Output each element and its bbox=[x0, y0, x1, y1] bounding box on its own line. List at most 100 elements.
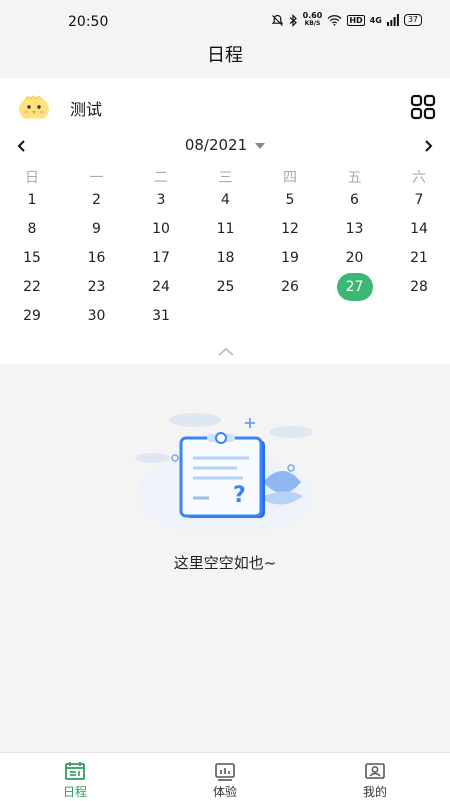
calendar-day-number: 20 bbox=[345, 250, 364, 266]
battery-icon: 37 bbox=[403, 14, 422, 26]
profile-icon bbox=[365, 763, 385, 779]
calendar-day[interactable]: 3 bbox=[141, 186, 181, 214]
calendar-day-number: 24 bbox=[152, 279, 170, 295]
svg-text:?: ? bbox=[233, 483, 246, 508]
calendar-day-number: 17 bbox=[152, 250, 170, 266]
bluetooth-icon bbox=[289, 13, 297, 27]
tab-profile[interactable]: 我的 bbox=[335, 761, 415, 800]
calendar-day-number: 2 bbox=[92, 192, 101, 208]
calendar-day[interactable]: 24 bbox=[141, 273, 181, 301]
month-label: 08/2021 bbox=[184, 136, 248, 154]
weekday-label: 一 bbox=[89, 170, 104, 186]
calendar-day[interactable]: 26 bbox=[270, 273, 310, 301]
calendar-day[interactable]: 20 bbox=[335, 244, 375, 272]
calendar-day[interactable]: 10 bbox=[141, 215, 181, 243]
calendar-day-number: 27 bbox=[345, 279, 364, 295]
calendar-day-number: 26 bbox=[281, 279, 299, 295]
tab-label-experience: 体验 bbox=[212, 785, 237, 799]
title-bar: 日程 bbox=[0, 42, 450, 78]
calendar-day[interactable]: 7 bbox=[399, 186, 439, 214]
calendar-day[interactable]: 9 bbox=[77, 215, 117, 243]
calendar-day-number: 10 bbox=[152, 221, 170, 237]
calendar-day[interactable]: 16 bbox=[77, 244, 117, 272]
net-speed-value: 0.60 bbox=[302, 11, 323, 20]
schedule-icon bbox=[65, 762, 85, 780]
weekday-label: 日 bbox=[25, 170, 39, 186]
weekday-label: 四 bbox=[283, 170, 297, 186]
calendar-day[interactable]: 15 bbox=[12, 244, 52, 272]
calendar-day-number: 13 bbox=[345, 221, 364, 237]
tab-schedule[interactable]: 日程 bbox=[35, 761, 115, 800]
calendar-day-number: 30 bbox=[87, 308, 106, 324]
chick-avatar-icon[interactable] bbox=[16, 90, 52, 122]
calendar-day-number: 12 bbox=[281, 221, 299, 237]
calendar-day-number: 18 bbox=[216, 250, 235, 266]
month-selector[interactable]: 08/2021 bbox=[0, 136, 450, 154]
calendar-day[interactable]: 28 bbox=[399, 273, 439, 301]
calendar-day[interactable]: 30 bbox=[77, 302, 117, 330]
calendar-day[interactable]: 29 bbox=[12, 302, 52, 330]
status-icons: 0.60 KB/S HD 4G 37 bbox=[271, 12, 422, 28]
calendar-day[interactable]: 21 bbox=[399, 244, 439, 272]
wifi-icon bbox=[327, 15, 342, 26]
calendar-day[interactable]: 11 bbox=[206, 215, 246, 243]
empty-clipboard-illustration: ? bbox=[135, 413, 313, 530]
calendar-day[interactable]: 25 bbox=[206, 273, 246, 301]
tab-experience[interactable]: 体验 bbox=[185, 761, 265, 800]
calendar-day-number: 6 bbox=[350, 192, 359, 208]
month-nav: 08/2021 bbox=[0, 134, 450, 158]
network-type: 4G bbox=[369, 15, 382, 25]
tab-label-profile: 我的 bbox=[362, 785, 387, 799]
chevron-up-icon[interactable] bbox=[216, 344, 236, 358]
calendar-day[interactable]: 17 bbox=[141, 244, 181, 272]
weekday-label: 六 bbox=[412, 170, 426, 186]
signal-icon bbox=[386, 14, 399, 26]
calendar-day-selected[interactable]: 27 bbox=[335, 273, 375, 301]
calendar-day[interactable]: 4 bbox=[206, 186, 246, 214]
calendar-day[interactable]: 6 bbox=[335, 186, 375, 214]
calendar-day-number: 15 bbox=[23, 250, 41, 266]
weekday-header: 日一二三四五六 bbox=[0, 167, 450, 187]
calendar-day-number: 23 bbox=[87, 279, 106, 295]
chevron-right-icon[interactable] bbox=[420, 138, 436, 154]
calendar-day-number: 3 bbox=[156, 192, 166, 208]
grid-menu-icon[interactable] bbox=[410, 94, 436, 120]
calendar-day-number: 9 bbox=[92, 221, 101, 237]
tab-label-schedule: 日程 bbox=[62, 785, 87, 799]
calendar-day[interactable]: 2 bbox=[77, 186, 117, 214]
caret-down-icon bbox=[255, 142, 266, 149]
calendar-day-number: 11 bbox=[216, 221, 235, 237]
calendar-day[interactable]: 18 bbox=[206, 244, 246, 272]
calendar-day[interactable]: 31 bbox=[141, 302, 181, 330]
weekday-label: 三 bbox=[218, 170, 233, 186]
calendar-day-number: 7 bbox=[414, 192, 424, 208]
calendar-day[interactable]: 8 bbox=[12, 215, 52, 243]
calendar-day-number: 21 bbox=[410, 250, 428, 266]
calendar-day-number: 5 bbox=[285, 192, 295, 208]
calendar-day-number: 8 bbox=[27, 221, 37, 237]
calendar-day[interactable]: 14 bbox=[399, 215, 439, 243]
calendar-day-number: 31 bbox=[152, 308, 170, 324]
calendar-day[interactable]: 19 bbox=[270, 244, 310, 272]
calendar-day[interactable]: 5 bbox=[270, 186, 310, 214]
weekday-label: 五 bbox=[347, 170, 362, 186]
calendar-day-number: 4 bbox=[221, 192, 230, 208]
calendar-day-number: 14 bbox=[410, 221, 428, 237]
page-title: 日程 bbox=[207, 45, 243, 66]
status-time: 20:50 bbox=[68, 14, 109, 30]
calendar-day-number: 16 bbox=[87, 250, 106, 266]
weekday-label: 二 bbox=[154, 170, 168, 186]
status-bar: 20:50 0.60 KB/S HD 4G 37 bbox=[0, 0, 450, 42]
calendar-card: 测试 08/2021 日一二三四五六 1 2 3 4 5 6 7 8 9 10 11 12 13 14 15… bbox=[0, 78, 450, 364]
empty-state-message: 这里空空如也~ bbox=[173, 554, 277, 572]
calendar-day[interactable]: 12 bbox=[270, 215, 310, 243]
calendar-grid: 1 2 3 4 5 6 7 8 9 10 11 12 13 14 15 16 17 18 19 20 21 22 23 24 2… bbox=[0, 192, 450, 350]
calendar-day[interactable]: 1 bbox=[12, 186, 52, 214]
calendar-day[interactable]: 23 bbox=[77, 273, 117, 301]
calendar-day[interactable]: 22 bbox=[12, 273, 52, 301]
experience-icon bbox=[215, 763, 235, 781]
calendar-day-number: 25 bbox=[216, 279, 235, 295]
calendar-day[interactable]: 13 bbox=[335, 215, 375, 243]
calendar-day-number: 22 bbox=[23, 279, 41, 295]
calendar-day-number: 28 bbox=[410, 279, 428, 295]
